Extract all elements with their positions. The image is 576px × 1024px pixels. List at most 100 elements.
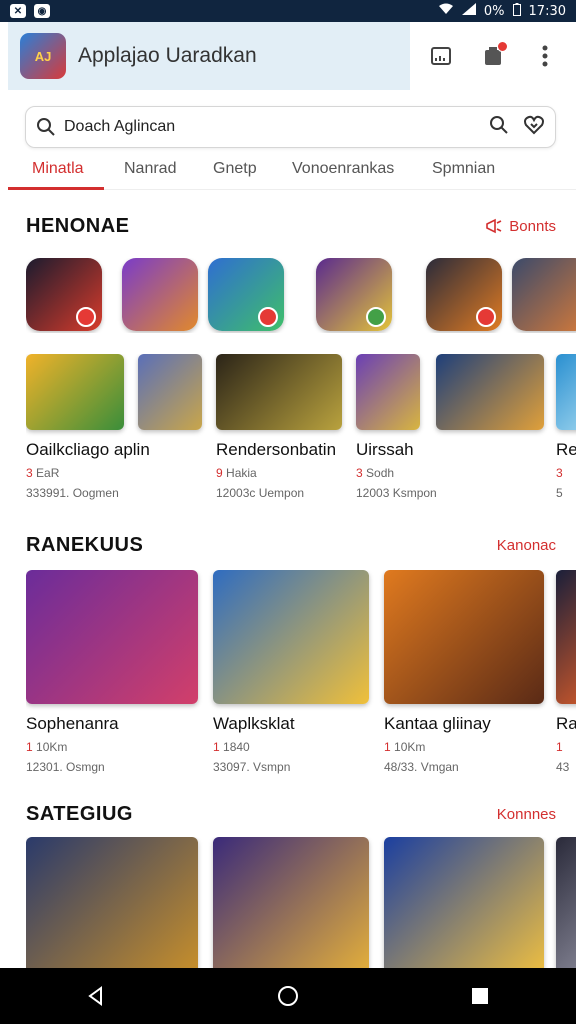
app-card[interactable]: Kantaa gliinay 1 10Km 48/33. Vmgan — [384, 570, 544, 774]
more-options-button[interactable] — [530, 41, 560, 71]
app-card[interactable]: Ra 1 43 — [556, 570, 576, 774]
app-card-rating: 3 — [356, 466, 363, 480]
app-icon-6[interactable] — [512, 258, 576, 331]
app-card-rating: 1 — [213, 740, 220, 754]
app-card[interactable] — [436, 354, 544, 430]
app-card-downloads: 33097. Vsmpn — [213, 760, 291, 774]
app-card-size: Hakia — [226, 466, 257, 480]
app-card-downloads: 12003c Uempon — [216, 486, 305, 500]
app-card-image — [556, 837, 576, 968]
search-bar[interactable] — [25, 106, 556, 148]
app-card-image — [26, 354, 124, 430]
search-submit-icon[interactable] — [489, 115, 509, 140]
app-card[interactable] — [138, 354, 202, 430]
section-more-link[interactable]: Kanonac — [497, 537, 556, 554]
app-card[interactable]: Uirssah 3 Sodh 12003 Ksmpon — [356, 354, 437, 500]
ranking-card-row: Sophenanra 1 10Km 12301. Osmgn Waplkskla… — [26, 570, 576, 780]
tab-1[interactable]: Minatla — [32, 160, 84, 178]
voice-filter-icon[interactable] — [523, 115, 545, 140]
app-card-image — [556, 354, 576, 430]
app-icon-3[interactable] — [208, 258, 284, 331]
section-title: RANEKUUS — [26, 533, 144, 556]
wifi-icon — [438, 3, 454, 19]
tab-5[interactable]: Spmnian — [432, 160, 495, 178]
app-logo[interactable]: AJ — [20, 33, 66, 79]
app-title-area: AJ Applajao Uaradkan — [8, 22, 410, 90]
app-card-image — [436, 354, 544, 430]
app-card-meta: 9 Hakia — [216, 466, 342, 480]
featured-icon-row — [26, 258, 576, 333]
app-card[interactable] — [384, 837, 544, 968]
back-icon — [88, 986, 102, 1006]
library-icon — [431, 47, 451, 65]
app-card-title: Re — [556, 440, 576, 459]
app-card-size: 10Km — [36, 740, 68, 754]
back-button[interactable] — [76, 976, 116, 1016]
app-badge — [366, 307, 386, 327]
notification-dot — [497, 41, 508, 52]
recents-icon — [472, 988, 488, 1004]
app-card[interactable]: Sophenanra 1 10Km 12301. Osmgn — [26, 570, 198, 774]
library-button[interactable] — [426, 41, 456, 71]
app-card-image — [216, 354, 342, 430]
app-card-image — [556, 570, 576, 704]
recents-button[interactable] — [460, 976, 500, 1016]
app-notification-icon: ✕ — [10, 4, 26, 18]
search-input[interactable] — [64, 118, 489, 136]
app-icon-5[interactable] — [426, 258, 502, 331]
app-logo-text: AJ — [34, 48, 52, 64]
app-icon-4[interactable] — [316, 258, 392, 331]
app-card-title: Oailkcliago aplin — [26, 440, 150, 459]
app-card-title: Rendersonbatin — [216, 440, 337, 459]
app-card-title: Kantaa gliinay — [384, 714, 491, 733]
app-card-rating: 1 — [556, 740, 563, 754]
app-card-image — [26, 570, 198, 704]
battery-icon — [512, 2, 521, 20]
app-card[interactable]: Re 3 5 — [556, 354, 576, 500]
app-card-downloads: 5 — [556, 486, 563, 500]
app-card-meta: 1 10Km — [384, 740, 544, 754]
clock: 17:30 — [528, 3, 566, 19]
signal-icon — [461, 3, 476, 19]
section-title: SATEGIUG — [26, 802, 133, 825]
system-nav-bar — [0, 968, 576, 1024]
app-card-image — [384, 570, 544, 704]
featured-card-row: Oailkcliago aplin 3 EaR 333991. Oogmen R… — [26, 354, 576, 514]
app-card-image — [356, 354, 420, 430]
status-bar: ✕ ◉ 0% 17:30 — [0, 0, 576, 22]
app-card-title: Uirssah — [356, 440, 414, 459]
app-icon-2[interactable] — [122, 258, 198, 331]
app-bar: AJ Applajao Uaradkan — [8, 22, 568, 90]
tab-4[interactable]: Vonoenrankas — [292, 160, 394, 178]
camera-notification-icon: ◉ — [34, 4, 50, 18]
app-card-downloads: 333991. Oogmen — [26, 486, 119, 500]
section-title: HENONAE — [26, 214, 130, 237]
app-card-downloads: 12003 Ksmpon — [356, 486, 437, 500]
app-card[interactable] — [26, 837, 198, 968]
tab-3[interactable]: Gnetp — [213, 160, 257, 178]
app-card-image — [138, 354, 202, 430]
home-button[interactable] — [268, 976, 308, 1016]
app-icon-1[interactable] — [26, 258, 102, 331]
app-badge — [258, 307, 278, 327]
section-more-link[interactable]: Konnnes — [497, 806, 556, 823]
app-card[interactable] — [556, 837, 576, 968]
more-label: Konnnes — [496, 805, 556, 823]
app-card[interactable] — [213, 837, 369, 968]
app-card[interactable]: Waplksklat 1 1840 33097. Vsmpn — [213, 570, 369, 774]
tab-2[interactable]: Nanrad — [124, 160, 176, 178]
app-card-size: 1840 — [223, 740, 250, 754]
app-card-rating: 1 — [384, 740, 391, 754]
app-card-title: Ra — [556, 714, 576, 733]
app-card-title: Sophenanra — [26, 714, 119, 733]
app-card-meta: 3 — [556, 466, 576, 480]
app-card-downloads: 43 — [556, 760, 570, 774]
app-card-rating: 9 — [216, 466, 223, 480]
app-card[interactable]: Oailkcliago aplin 3 EaR 333991. Oogmen — [26, 354, 150, 500]
app-card[interactable]: Rendersonbatin 9 Hakia 12003c Uempon — [216, 354, 342, 500]
megaphone-icon — [486, 218, 502, 234]
app-card-size: EaR — [36, 466, 60, 480]
downloads-button[interactable] — [478, 41, 508, 71]
section-more-link[interactable]: Bonnts — [485, 218, 556, 235]
app-card-image — [26, 837, 198, 968]
